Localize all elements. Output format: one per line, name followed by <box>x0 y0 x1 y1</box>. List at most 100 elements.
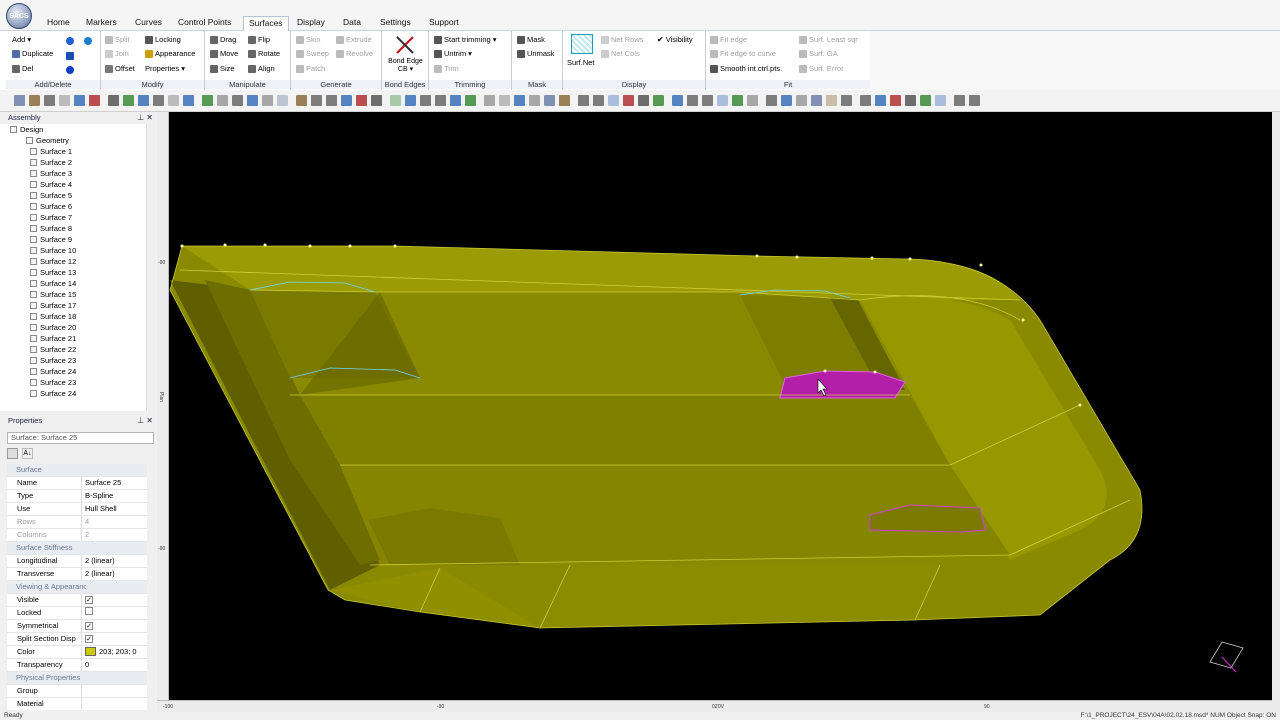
property-row[interactable]: Transparency 0 <box>7 659 151 672</box>
checkbox[interactable] <box>85 607 93 615</box>
surface-shape2-icon[interactable] <box>84 37 92 45</box>
toolbar-button[interactable] <box>875 95 886 106</box>
property-row[interactable]: Use Hull Shell <box>7 503 151 516</box>
hull-model-view[interactable] <box>157 112 1280 712</box>
skin-button[interactable]: Skin <box>296 33 321 46</box>
toolbar-button[interactable] <box>138 95 149 106</box>
toolbar-button[interactable] <box>529 95 540 106</box>
tree-node-surface[interactable]: Surface 23 <box>30 355 76 366</box>
toolbar-button[interactable] <box>484 95 495 106</box>
toolbar-button[interactable] <box>672 95 683 106</box>
tree-node-surface[interactable]: Surface 17 <box>30 300 76 311</box>
toolbar-button[interactable] <box>247 95 258 106</box>
categorized-icon[interactable] <box>7 448 18 459</box>
tab-curves[interactable]: Curves <box>130 16 167 31</box>
toolbar-button[interactable] <box>559 95 570 106</box>
property-row[interactable]: Group <box>7 685 151 698</box>
tree-node-surface[interactable]: Surface 1 <box>30 146 72 157</box>
size-button[interactable]: Size <box>210 62 235 75</box>
property-value[interactable]: 203; 203; 0 <box>81 646 149 658</box>
align-button[interactable]: Align <box>248 62 275 75</box>
toolbar-button[interactable] <box>638 95 649 106</box>
tab-display[interactable]: Display <box>292 16 330 31</box>
smooth-button[interactable]: Smooth int.ctrl.pts. <box>710 62 782 75</box>
tab-settings[interactable]: Settings <box>375 16 416 31</box>
property-row[interactable]: Longitudinal 2 (linear) <box>7 555 151 568</box>
rotate-button[interactable]: Rotate <box>248 47 280 60</box>
tab-markers[interactable]: Markers <box>81 16 122 31</box>
add-button[interactable]: Add ▾ <box>12 33 31 46</box>
tree-node-surface[interactable]: Surface 3 <box>30 168 72 179</box>
tree-node-surface[interactable]: Surface 12 <box>30 256 76 267</box>
least-sqr-button[interactable]: Surf. Least sqr <box>799 33 858 46</box>
toolbar-button[interactable] <box>781 95 792 106</box>
tree-node-surface[interactable]: Surface 2 <box>30 157 72 168</box>
toolbar-button[interactable] <box>405 95 416 106</box>
tree-node-surface[interactable]: Surface 23 <box>30 377 76 388</box>
tab-data[interactable]: Data <box>338 16 366 31</box>
property-value[interactable]: 4 <box>81 516 149 528</box>
toolbar-button[interactable] <box>499 95 510 106</box>
toolbar-button[interactable] <box>420 95 431 106</box>
sweep-button[interactable]: Sweep <box>296 47 329 60</box>
tree-node-surface[interactable]: Surface 13 <box>30 267 76 278</box>
toolbar-button[interactable] <box>465 95 476 106</box>
tab-control-points[interactable]: Control Points <box>173 16 236 31</box>
toolbar-button[interactable] <box>969 95 980 106</box>
surface-shape-icon[interactable] <box>66 37 74 45</box>
toolbar-button[interactable] <box>717 95 728 106</box>
toolbar-button[interactable] <box>311 95 322 106</box>
property-value[interactable]: ✓ <box>81 633 149 645</box>
toolbar-button[interactable] <box>356 95 367 106</box>
toolbar-button[interactable] <box>296 95 307 106</box>
property-row[interactable]: Color 203; 203; 0 <box>7 646 151 659</box>
toolbar-button[interactable] <box>232 95 243 106</box>
unmask-button[interactable]: Unmask <box>517 47 555 60</box>
toolbar-button[interactable] <box>153 95 164 106</box>
trim-button[interactable]: Trim <box>434 62 459 75</box>
property-row[interactable]: Transverse 2 (linear) <box>7 568 151 581</box>
flip-button[interactable]: Flip <box>248 33 270 46</box>
start-trimming-button[interactable]: Start trimming ▾ <box>434 33 497 46</box>
toolbar-button[interactable] <box>826 95 837 106</box>
property-value[interactable]: 2 <box>81 529 149 541</box>
toolbar-button[interactable] <box>277 95 288 106</box>
toolbar-button[interactable] <box>89 95 100 106</box>
toolbar-button[interactable] <box>623 95 634 106</box>
property-value[interactable]: Surface 25 <box>81 477 149 489</box>
locking-button[interactable]: Locking <box>145 33 181 46</box>
tab-support[interactable]: Support <box>424 16 464 31</box>
toolbar-button[interactable] <box>747 95 758 106</box>
property-row[interactable]: Split Section Disp ✓ <box>7 633 151 646</box>
property-value[interactable]: ✓ <box>81 620 149 632</box>
surf-net-icon[interactable] <box>571 34 593 54</box>
toolbar-button[interactable] <box>860 95 871 106</box>
offset-button[interactable]: Offset <box>105 62 135 75</box>
bond-edge-label[interactable]: Bond Edge CB ▾ <box>384 58 427 74</box>
tree-node-surface[interactable]: Surface 20 <box>30 322 76 333</box>
toolbar-button[interactable] <box>59 95 70 106</box>
join-button[interactable]: Join <box>105 47 129 60</box>
checkbox[interactable]: ✓ <box>85 596 93 604</box>
toolbar-button[interactable] <box>29 95 40 106</box>
3d-viewport[interactable] <box>157 112 1280 712</box>
property-row[interactable]: Name Surface 25 <box>7 477 151 490</box>
assembly-scrollbar[interactable] <box>146 124 154 411</box>
tree-node-surface[interactable]: Surface 24 <box>30 388 76 399</box>
property-value[interactable]: ✓ <box>81 594 149 606</box>
property-row[interactable]: Visible ✓ <box>7 594 151 607</box>
revolve-button[interactable]: Revolve <box>336 47 373 60</box>
property-category[interactable]: Surface <box>7 464 151 477</box>
tree-node-surface[interactable]: Surface 6 <box>30 201 72 212</box>
del-button[interactable]: Del <box>12 62 33 75</box>
toolbar-button[interactable] <box>593 95 604 106</box>
app-logo[interactable]: SACS <box>6 3 32 29</box>
toolbar-button[interactable] <box>920 95 931 106</box>
property-value[interactable]: 2 (linear) <box>81 555 149 567</box>
property-row[interactable]: Rows 4 <box>7 516 151 529</box>
toolbar-button[interactable] <box>578 95 589 106</box>
tree-node-geometry[interactable]: Geometry <box>26 135 69 146</box>
tree-node-surface[interactable]: Surface 8 <box>30 223 72 234</box>
toolbar-button[interactable] <box>341 95 352 106</box>
toolbar-button[interactable] <box>371 95 382 106</box>
